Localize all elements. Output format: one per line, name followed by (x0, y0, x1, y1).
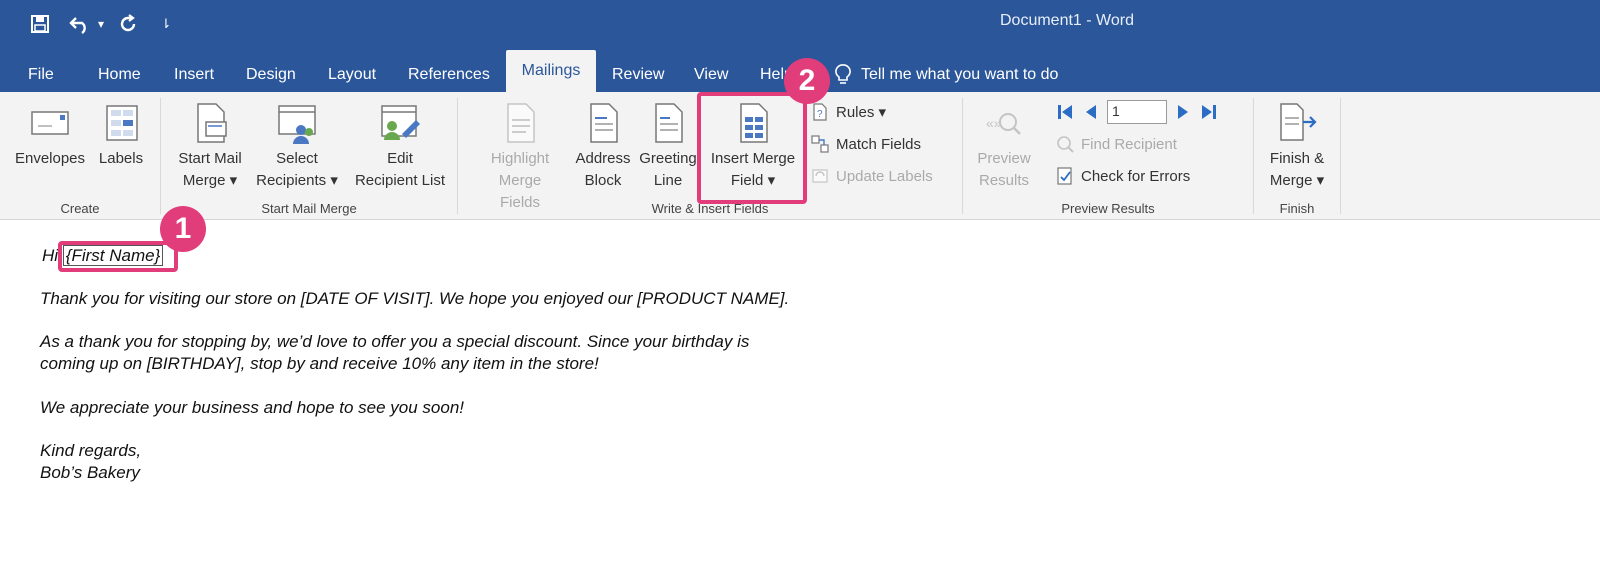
tab-mailings[interactable]: Mailings (506, 50, 596, 92)
previous-record-icon[interactable] (1083, 102, 1099, 122)
tab-references[interactable]: References (398, 58, 500, 92)
title-bar: ▾ ⇂ Document1 - Word (0, 0, 1600, 48)
envelope-icon (31, 111, 69, 135)
edit-recipient-list-line2: Recipient List (354, 172, 446, 189)
update-labels-label: Update Labels (836, 167, 933, 185)
greeting-line-line2: Line (653, 172, 683, 189)
repeat-icon[interactable] (114, 10, 142, 38)
last-record-icon[interactable] (1199, 102, 1219, 122)
select-recipients-line2: Recipients ▾ (256, 172, 338, 189)
edit-recipient-list-line1: Edit (387, 150, 413, 167)
preview-results-icon: «» (986, 113, 1021, 135)
mail-merge-document-icon (197, 103, 227, 143)
select-recipients-line1: Select (276, 150, 318, 167)
highlight-merge-field-box (58, 241, 178, 272)
group-finish: Finish & Merge ▾ Finish (1254, 92, 1340, 220)
update-labels-icon (812, 169, 828, 183)
edit-recipient-list-icon (381, 105, 420, 140)
edit-recipient-list-button[interactable]: Edit Recipient List (345, 100, 455, 192)
highlight-merge-fields-button[interactable]: Highlight Merge Fields (478, 100, 562, 214)
find-recipient-label: Find Recipient (1081, 135, 1177, 153)
paragraph-discount-line2: coming up on [BIRTHDAY], stop by and rec… (40, 354, 599, 373)
tab-review[interactable]: Review (602, 58, 674, 92)
next-record-icon[interactable] (1175, 102, 1191, 122)
match-fields-icon (811, 135, 829, 153)
preview-results-button[interactable]: «» Preview Results (969, 100, 1039, 192)
finish-merge-line2: Merge ▾ (1269, 172, 1325, 189)
address-block-line1: Address (575, 150, 631, 167)
svg-text:?: ? (817, 109, 823, 120)
preview-results-line1: Preview (977, 150, 1031, 167)
labels-label: Labels (98, 150, 144, 167)
finish-merge-line1: Finish & (1269, 150, 1325, 167)
preview-results-line2: Results (978, 172, 1030, 189)
group-label-create: Create (60, 201, 100, 216)
save-icon[interactable] (26, 10, 54, 38)
tab-insert[interactable]: Insert (164, 58, 224, 92)
labels-button[interactable]: Labels (92, 100, 150, 170)
undo-dropdown-icon[interactable]: ▾ (94, 10, 108, 38)
labels-icon (106, 105, 138, 141)
find-recipient-icon (1057, 136, 1074, 153)
first-record-icon[interactable] (1055, 102, 1075, 122)
finish-merge-icon (1280, 103, 1317, 141)
greeting-line-line1: Greeting (639, 150, 697, 167)
undo-icon[interactable] (66, 10, 94, 38)
tab-view[interactable]: View (684, 58, 738, 92)
match-fields-label: Match Fields (836, 135, 922, 153)
address-block-line2: Block (584, 172, 622, 189)
lightbulb-icon (835, 64, 851, 84)
address-block-button[interactable]: Address Block (568, 100, 638, 192)
update-labels-button[interactable]: Update Labels (810, 164, 933, 188)
check-for-errors-label: Check for Errors (1081, 167, 1191, 185)
match-fields-button[interactable]: Match Fields (810, 132, 921, 156)
highlight-fields-icon (507, 103, 535, 143)
customize-toolbar-icon[interactable]: ⇂ (156, 10, 176, 38)
paragraph-discount-line1: As a thank you for stopping by, we’d lov… (40, 332, 750, 351)
group-label-start-mail-merge: Start Mail Merge (261, 201, 357, 216)
group-label-finish: Finish (1279, 201, 1315, 216)
greeting-line-button[interactable]: Greeting Line (636, 100, 700, 192)
paragraph-appreciation: We appreciate your business and hope to … (40, 398, 465, 417)
greeting-line-icon (655, 103, 683, 143)
envelopes-label: Envelopes (14, 150, 86, 167)
rules-button[interactable]: ? Rules ▾ (810, 100, 886, 124)
group-create: Envelopes Labels Create (0, 92, 160, 220)
highlight-line1: Highlight (490, 150, 550, 167)
record-number-input[interactable]: 1 (1107, 100, 1167, 124)
select-recipients-button[interactable]: Select Recipients ▾ (249, 100, 345, 192)
closing-regards: Kind regards, (40, 441, 142, 460)
rules-label: Rules ▾ (836, 104, 887, 121)
start-mail-merge-button[interactable]: Start Mail Merge ▾ (167, 100, 253, 192)
tell-me-search[interactable]: Tell me what you want to do (835, 58, 1058, 92)
document-title: Document1 - Word (1000, 12, 1134, 29)
address-block-icon (590, 103, 618, 143)
select-recipients-icon (278, 105, 316, 144)
tell-me-label: Tell me what you want to do (861, 66, 1059, 83)
closing-signature: Bob’s Bakery (40, 463, 140, 482)
envelopes-button[interactable]: Envelopes (10, 100, 90, 170)
record-navigator: 1 (1055, 100, 1219, 124)
paragraph-visit: Thank you for visiting our store on [DAT… (40, 289, 790, 308)
tab-home[interactable]: Home (88, 58, 151, 92)
tab-file[interactable]: File (18, 58, 64, 92)
tab-design[interactable]: Design (236, 58, 306, 92)
group-start-mail-merge: Start Mail Merge ▾ Select Recipients ▾ E… (161, 92, 457, 220)
group-preview-results: «» Preview Results 1 Find Recipient Chec… (963, 92, 1253, 220)
group-label-preview: Preview Results (1061, 201, 1155, 216)
document-canvas[interactable]: Hi {First Name} Thank you for visiting o… (0, 221, 1600, 566)
find-recipient-button[interactable]: Find Recipient (1055, 132, 1177, 156)
finish-and-merge-button[interactable]: Finish & Merge ▾ (1258, 100, 1336, 192)
start-mail-merge-line1: Start Mail (178, 150, 242, 167)
group-divider (1340, 98, 1341, 214)
rules-icon: ? (813, 103, 827, 121)
start-mail-merge-line2: Merge ▾ (182, 172, 238, 189)
step-2-badge: 2 (784, 58, 830, 104)
check-errors-icon (1057, 167, 1072, 185)
step-1-badge: 1 (160, 206, 206, 252)
word-window: ▾ ⇂ Document1 - Word File Home Insert De… (0, 0, 1600, 566)
tab-layout[interactable]: Layout (318, 58, 386, 92)
highlight-insert-merge-field-box (697, 92, 807, 204)
check-for-errors-button[interactable]: Check for Errors (1055, 164, 1190, 188)
